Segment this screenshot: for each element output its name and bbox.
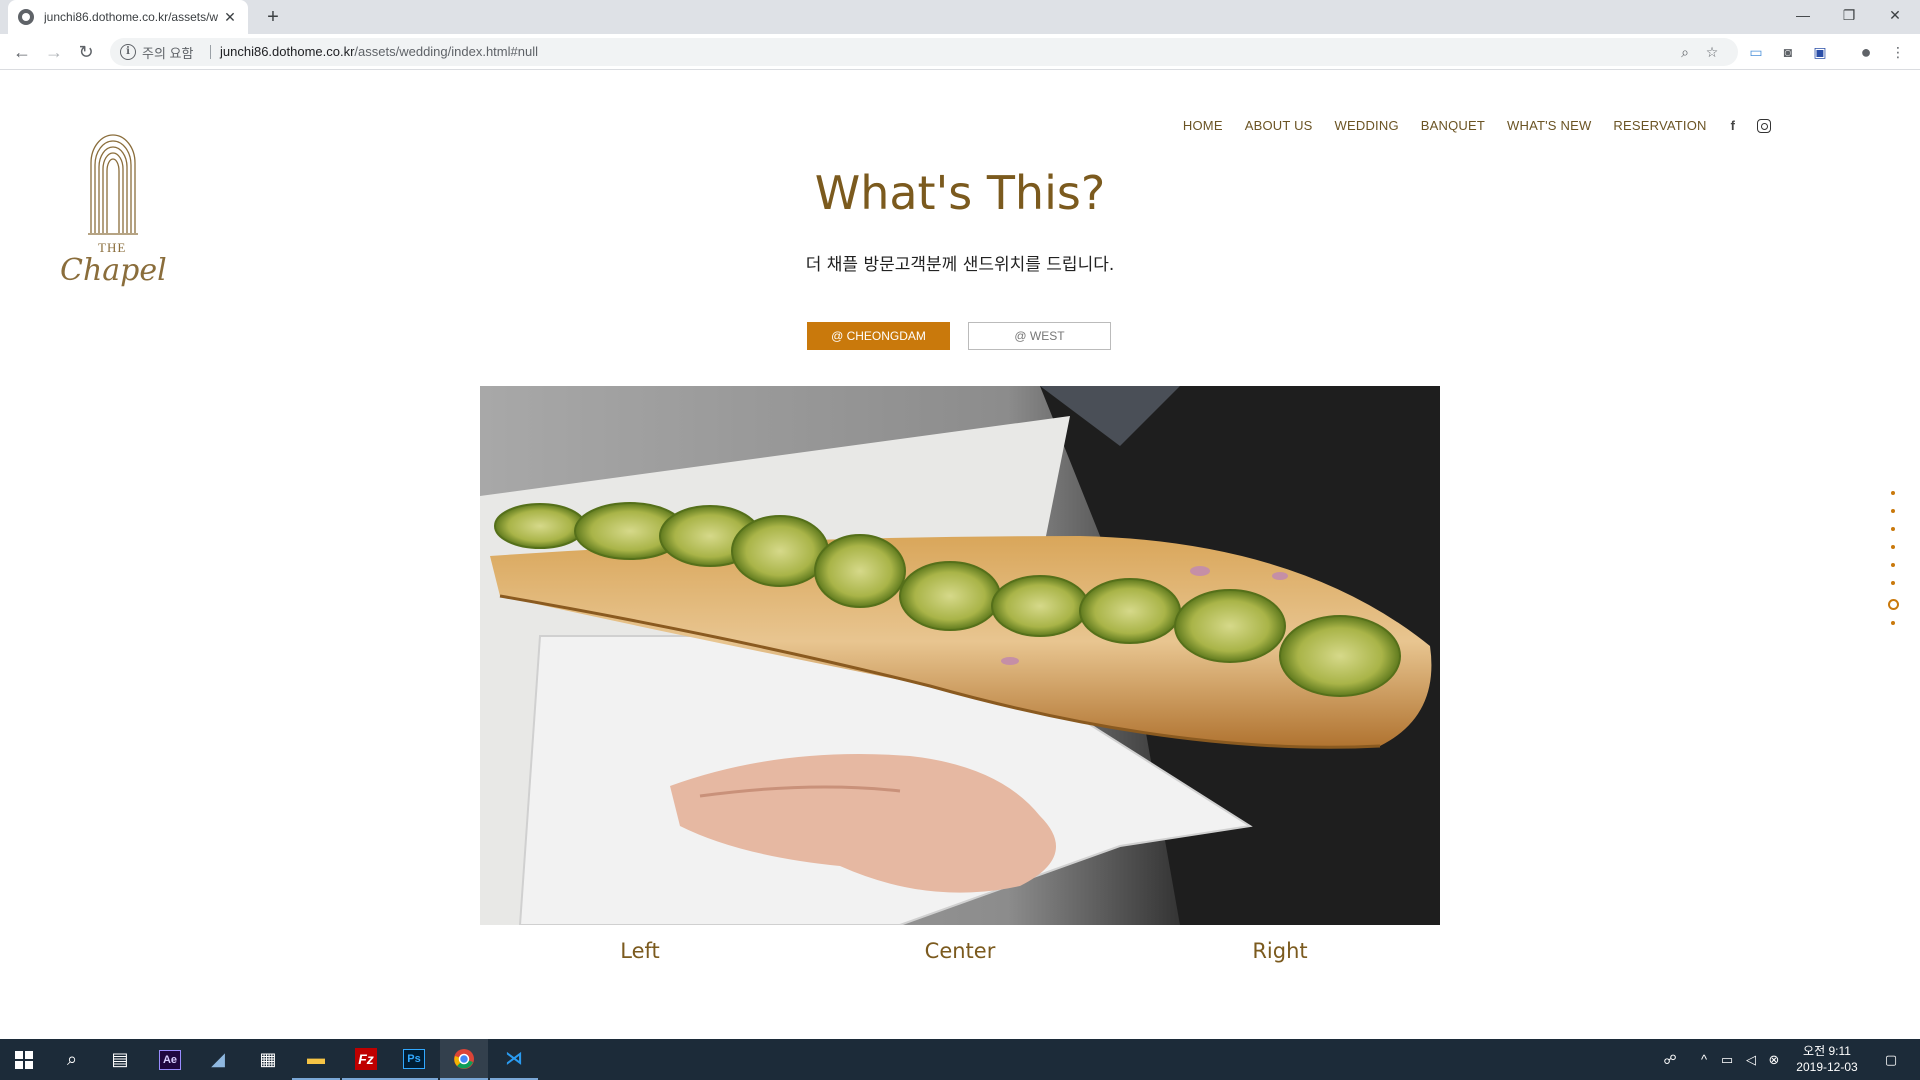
vscode-icon[interactable]: ⋊ [490, 1039, 538, 1080]
pager-dot[interactable] [1891, 621, 1895, 625]
minimize-icon[interactable]: — [1780, 0, 1826, 30]
clock-date: 2019-12-03 [1796, 1060, 1858, 1074]
window-close-icon[interactable]: ✕ [1872, 0, 1918, 30]
divider [210, 45, 211, 59]
nav-about-us[interactable]: ABOUT US [1245, 118, 1313, 133]
menu-icon[interactable]: ⋮ [1888, 42, 1908, 62]
caption-center[interactable]: Center [890, 939, 1030, 963]
main-nav: HOME ABOUT US WEDDING BANQUET WHAT'S NEW… [1161, 118, 1771, 133]
nav-whats-new[interactable]: WHAT'S NEW [1507, 118, 1591, 133]
edge-icon[interactable]: ◢ [194, 1039, 242, 1080]
profile-icon[interactable]: ● [1856, 42, 1876, 62]
calculator-icon[interactable]: ▦ [244, 1039, 292, 1080]
clock-time: 오전 9:11 [1803, 1044, 1851, 1058]
nav-home[interactable]: HOME [1183, 118, 1223, 133]
tab-title: junchi86.dothome.co.kr/assets/w [44, 10, 219, 24]
after-effects-icon[interactable]: Ae [146, 1039, 194, 1080]
pager-dot[interactable] [1888, 599, 1899, 610]
notification-icon[interactable]: ▢ [1876, 1039, 1906, 1080]
section-subtitle: 더 채플 방문고객분께 샌드위치를 드립니다. [805, 255, 1115, 275]
back-icon[interactable]: ← [10, 40, 34, 64]
section-title: What's This? [814, 166, 1106, 220]
new-tab-button[interactable]: + [260, 4, 286, 30]
close-icon[interactable]: ✕ [222, 9, 238, 26]
start-button[interactable] [0, 1039, 48, 1080]
pager-dot[interactable] [1891, 563, 1895, 567]
web-page: THE Chapel HOME ABOUT US WEDDING BANQUET… [0, 71, 1920, 1039]
file-explorer-icon[interactable]: ▬ [292, 1039, 340, 1080]
instagram-icon[interactable] [1757, 118, 1771, 133]
nav-wedding[interactable]: WEDDING [1335, 118, 1399, 133]
windows-icon [15, 1050, 33, 1069]
zoom-icon[interactable]: ⌕ [1675, 42, 1695, 62]
sandwich-photo [480, 386, 1440, 925]
search-icon[interactable]: ⌕ [48, 1039, 96, 1080]
people-icon[interactable]: ☍ [1658, 1039, 1682, 1080]
url-path: /assets/wedding/index.html#null [354, 44, 538, 59]
photoshop-icon[interactable]: Ps [390, 1039, 438, 1080]
pager-dot[interactable] [1891, 527, 1895, 531]
system-clock[interactable]: 오전 9:11 2019-12-03 [1782, 1043, 1872, 1075]
chrome-logo-icon [454, 1048, 474, 1069]
url-host: junchi86.dothome.co.kr [220, 44, 355, 59]
browser-tab-bar: junchi86.dothome.co.kr/assets/w ✕ + — ❐ … [0, 0, 1920, 34]
network-icon[interactable]: ▭ [1716, 1039, 1738, 1080]
caption-left[interactable]: Left [570, 939, 710, 963]
info-icon[interactable]: i [120, 44, 136, 60]
filezilla-icon[interactable]: Fz [342, 1039, 390, 1080]
chevron-up-icon[interactable]: ^ [1694, 1039, 1714, 1080]
restore-icon[interactable]: ❐ [1826, 0, 1872, 30]
status-icon[interactable]: ⊗ [1764, 1039, 1784, 1080]
url-text[interactable]: junchi86.dothome.co.kr/assets/wedding/in… [220, 44, 538, 59]
sandwich-image [480, 386, 1440, 925]
windows-taskbar: ⌕ ▤ Ae ◢ ▦ ▬ Fz Ps ⋊ ☍ ^ ▭ ◁ ⊗ 오전 9:11 2… [0, 1039, 1920, 1080]
forward-icon[interactable]: → [42, 40, 66, 64]
west-button[interactable]: @ WEST [968, 322, 1111, 350]
globe-icon [18, 9, 34, 25]
nav-banquet[interactable]: BANQUET [1421, 118, 1485, 133]
volume-icon[interactable]: ◁ [1740, 1039, 1762, 1080]
chrome-icon[interactable] [440, 1039, 488, 1080]
security-warning[interactable]: 주의 요함 [142, 43, 193, 62]
reload-icon[interactable]: ↻ [74, 40, 98, 64]
star-icon[interactable]: ☆ [1702, 42, 1722, 62]
address-bar[interactable]: i 주의 요함 junchi86.dothome.co.kr/assets/we… [110, 38, 1738, 66]
section-pager [1888, 491, 1899, 639]
pager-dot[interactable] [1891, 581, 1895, 585]
extension-icon[interactable]: ▣ [1810, 42, 1830, 62]
caption-right[interactable]: Right [1210, 939, 1350, 963]
pager-dot[interactable] [1891, 545, 1895, 549]
browser-toolbar: ← → ↻ i 주의 요함 junchi86.dothome.co.kr/ass… [0, 34, 1920, 70]
camera-icon[interactable]: ◙ [1778, 42, 1798, 62]
cheongdam-button[interactable]: @ CHEONGDAM [807, 322, 950, 350]
extension-icon[interactable]: ▭ [1746, 42, 1766, 62]
pager-dot[interactable] [1891, 491, 1895, 495]
pager-dot[interactable] [1891, 509, 1895, 513]
facebook-icon[interactable]: f [1731, 118, 1735, 133]
browser-tab[interactable]: junchi86.dothome.co.kr/assets/w ✕ [8, 0, 248, 34]
nav-reservation[interactable]: RESERVATION [1613, 118, 1706, 133]
task-view-icon[interactable]: ▤ [96, 1039, 144, 1080]
